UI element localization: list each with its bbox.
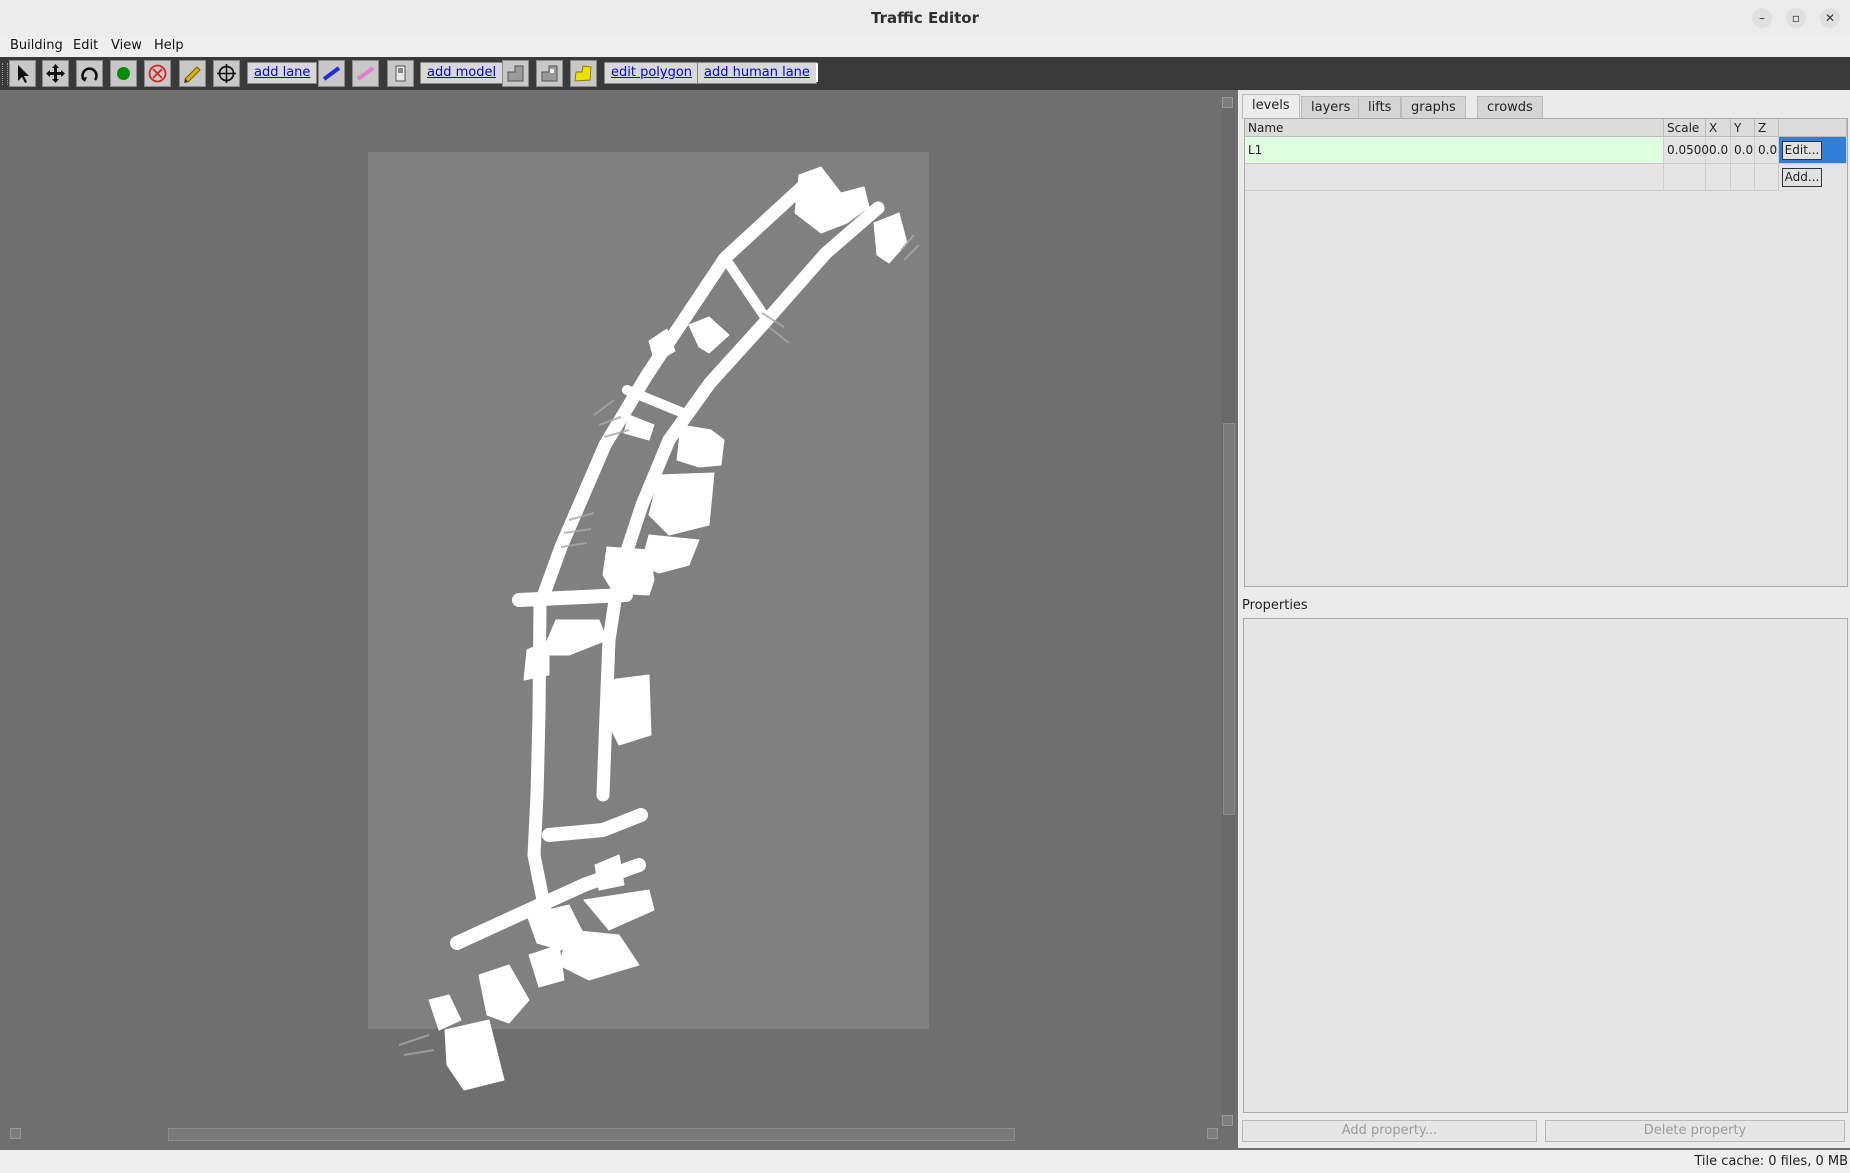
add-roi-tool-button[interactable] xyxy=(570,60,597,87)
minimize-button[interactable]: – xyxy=(1752,8,1772,28)
add-hole-tool-button[interactable] xyxy=(536,60,563,87)
menu-help[interactable]: Help xyxy=(154,38,184,53)
delete-circle-icon xyxy=(148,64,167,83)
status-bar: Tile cache: 0 files, 0 MB xyxy=(0,1150,1850,1173)
tab-lifts[interactable]: lifts xyxy=(1358,96,1402,118)
scroll-right-button[interactable] xyxy=(1207,1128,1218,1139)
toolbar: add lane add model edit polygon add huma… xyxy=(0,57,1850,90)
column-name[interactable]: Name xyxy=(1245,119,1664,137)
restore-button[interactable]: ▫ xyxy=(1786,8,1806,28)
wall-line-icon xyxy=(322,66,341,81)
properties-label: Properties xyxy=(1242,598,1308,613)
scroll-down-button[interactable] xyxy=(1222,1115,1233,1126)
empty-z-cell xyxy=(1755,164,1779,191)
levels-table: Name Scale X Y Z L1 0.0500 0.0 0.0 0.0 E… xyxy=(1244,118,1848,587)
tab-levels[interactable]: levels xyxy=(1242,94,1300,119)
floorplan-map[interactable] xyxy=(9,95,1222,1125)
add-lane-button[interactable]: add lane xyxy=(247,62,318,84)
tile-cache-status: Tile cache: 0 files, 0 MB xyxy=(1694,1154,1848,1169)
empty-y-cell xyxy=(1731,164,1755,191)
green-dot-icon xyxy=(117,67,130,80)
column-y[interactable]: Y xyxy=(1731,119,1755,137)
empty-scale-cell xyxy=(1664,164,1706,191)
menu-building[interactable]: Building xyxy=(10,38,63,53)
toolbar-grip[interactable] xyxy=(2,63,8,85)
level-x-cell[interactable]: 0.0 xyxy=(1706,137,1731,164)
add-human-lane-button[interactable]: add human lane xyxy=(697,62,817,84)
floor-polygon-icon xyxy=(507,65,524,82)
add-floor-tool-button[interactable] xyxy=(502,60,529,87)
rotate-tool-button[interactable] xyxy=(76,60,103,87)
properties-table[interactable] xyxy=(1243,618,1848,1113)
level-z-cell[interactable]: 0.0 xyxy=(1755,137,1779,164)
column-actions xyxy=(1779,119,1847,137)
tab-graphs[interactable]: graphs xyxy=(1401,96,1466,118)
column-z[interactable]: Z xyxy=(1755,119,1779,137)
measure-pencil-icon xyxy=(184,66,201,83)
menu-view[interactable]: View xyxy=(111,38,142,53)
add-wall-tool-button[interactable] xyxy=(318,60,345,87)
add-fiducial-tool-button[interactable] xyxy=(213,60,240,87)
menu-bar: Building Edit View Help xyxy=(0,37,1850,57)
rotate-icon xyxy=(81,67,98,82)
toolbar-text-cursor xyxy=(816,63,818,82)
level-y-cell[interactable]: 0.0 xyxy=(1731,137,1755,164)
close-button[interactable]: ✕ xyxy=(1820,8,1840,28)
column-scale[interactable]: Scale xyxy=(1664,119,1706,137)
select-tool-button[interactable] xyxy=(9,60,36,87)
edit-level-button[interactable]: Edit... xyxy=(1782,141,1822,160)
tab-layers[interactable]: layers xyxy=(1301,96,1361,118)
yellow-polygon-icon xyxy=(574,65,592,82)
empty-name-cell xyxy=(1245,164,1664,191)
edit-polygon-button[interactable]: edit polygon xyxy=(604,62,700,84)
horizontal-scroll-thumb[interactable] xyxy=(168,1128,1015,1141)
arrow-pointer-icon xyxy=(18,65,29,83)
hole-polygon-icon xyxy=(541,65,558,82)
level-scale-cell[interactable]: 0.0500 xyxy=(1664,137,1709,164)
title-bar: Traffic Editor – ▫ ✕ xyxy=(0,0,1850,38)
delete-tool-button[interactable] xyxy=(144,60,171,87)
column-x[interactable]: X xyxy=(1706,119,1731,137)
pink-line-icon xyxy=(356,66,375,81)
scroll-up-button[interactable] xyxy=(1222,97,1233,108)
add-level-button[interactable]: Add... xyxy=(1782,168,1822,187)
menu-edit[interactable]: Edit xyxy=(73,38,98,53)
window-title: Traffic Editor xyxy=(871,9,979,27)
vertical-scroll-thumb[interactable] xyxy=(1223,423,1235,815)
empty-x-cell xyxy=(1706,164,1731,191)
add-vertex-tool-button[interactable] xyxy=(110,60,137,87)
add-property-button[interactable]: Add property... xyxy=(1242,1120,1537,1142)
delete-property-button[interactable]: Delete property xyxy=(1545,1120,1845,1142)
measure-tool-button[interactable] xyxy=(179,60,206,87)
door-icon xyxy=(395,65,406,82)
add-door-tool-button[interactable] xyxy=(387,60,414,87)
crosshair-icon xyxy=(217,64,236,83)
tab-crowds[interactable]: crowds xyxy=(1477,96,1543,118)
map-canvas[interactable] xyxy=(9,95,1235,1138)
level-name-cell[interactable]: L1 xyxy=(1245,137,1664,164)
right-panel: levels layers lifts graphs crowds Name S… xyxy=(1238,90,1850,1148)
move-tool-button[interactable] xyxy=(42,60,69,87)
move-arrows-icon xyxy=(46,64,65,83)
add-model-button[interactable]: add model xyxy=(420,62,504,84)
scroll-left-button[interactable] xyxy=(10,1128,21,1139)
add-measurement-tool-button[interactable] xyxy=(352,60,379,87)
